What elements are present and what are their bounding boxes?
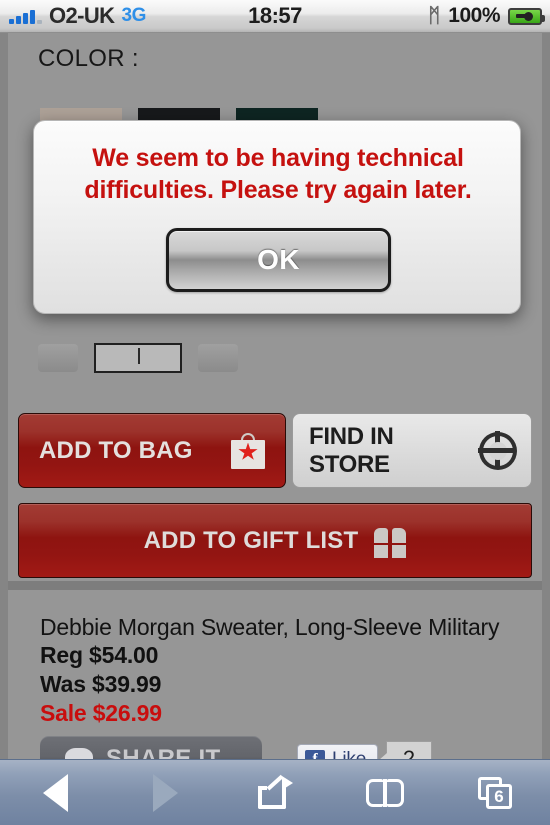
- tabs-icon: 6: [478, 776, 512, 809]
- alert-overlay: We seem to be having technical difficult…: [0, 33, 550, 759]
- share-action-icon: [258, 774, 293, 809]
- alert-dialog: We seem to be having technical difficult…: [33, 120, 521, 314]
- share-button[interactable]: [220, 760, 330, 825]
- tab-count: 6: [494, 786, 504, 806]
- forward-arrow-icon: [152, 773, 178, 812]
- bookmarks-button[interactable]: [330, 760, 440, 825]
- forward-button[interactable]: [110, 760, 220, 825]
- alert-message: We seem to be having technical difficult…: [84, 144, 472, 204]
- battery-percent: 100%: [448, 4, 500, 27]
- tabs-button[interactable]: 6: [440, 760, 550, 825]
- bookmarks-book-icon: [366, 778, 404, 807]
- back-arrow-icon: [42, 773, 68, 812]
- alert-ok-label: OK: [257, 244, 300, 275]
- bluetooth-icon: ᛗ: [428, 5, 441, 27]
- status-bar: O2-UK 3G 18:57 ᛗ 100%: [0, 0, 550, 33]
- back-button[interactable]: [0, 760, 110, 825]
- alert-ok-button[interactable]: OK: [166, 228, 391, 292]
- browser-toolbar: 6: [0, 759, 550, 825]
- status-bar-right: ᛗ 100%: [428, 4, 545, 28]
- battery-charging-icon: [508, 7, 545, 25]
- plug-glyph: [516, 11, 534, 21]
